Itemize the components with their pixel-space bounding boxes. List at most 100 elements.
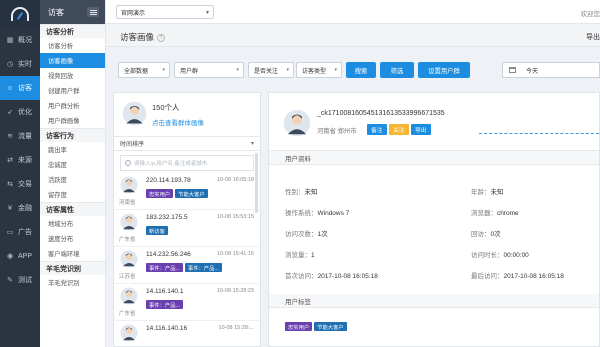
sort-select[interactable]: 时间排序 ▾	[114, 137, 260, 151]
field-label: 回访：	[471, 231, 491, 238]
visitor-time: 10-08 15:28:...	[218, 325, 254, 331]
profile-tag: 节能大客户	[314, 322, 347, 331]
grid-icon: ▦	[6, 37, 14, 44]
visitor-search-input[interactable]: 请输入ip,用户名,备注或者城市	[120, 155, 254, 171]
submenu-item[interactable]: 活跃度	[40, 172, 105, 187]
top-bar: 官网演示 ▾ 欢迎您	[106, 0, 600, 24]
search-placeholder: 请输入ip,用户名,备注或者城市	[134, 161, 208, 167]
note-button[interactable]: 备注	[367, 124, 387, 135]
follow-button[interactable]: 关注	[389, 124, 409, 135]
visitor-avatar-icon	[120, 250, 138, 268]
submenu-item[interactable]: 地域分布	[40, 216, 105, 231]
user-group-select[interactable]: 用户群 ▾	[174, 62, 244, 78]
visitor-tag: 事件：产品...	[146, 263, 183, 272]
nav-item-9[interactable]: ◉ APP	[0, 244, 40, 268]
calendar-icon	[509, 67, 516, 73]
all-data-label: 全部数据	[124, 68, 149, 75]
nav-item-10[interactable]: ✎ 测试	[0, 268, 40, 292]
field-label: 浏览量：	[285, 252, 311, 259]
list-scrollbar[interactable]	[255, 153, 258, 213]
submenu-group-title: 访客属性	[40, 202, 105, 216]
visitor-type-select[interactable]: 访客类型 ▾	[296, 62, 342, 78]
site-select[interactable]: 官网演示 ▾	[116, 5, 214, 19]
source-icon: ⇄	[7, 157, 13, 164]
submenu-item[interactable]: 客户端环境	[40, 246, 105, 261]
field-value: 1	[311, 252, 315, 259]
nav-item-5[interactable]: ⇄ 来源	[0, 148, 40, 172]
field-value: chrome	[497, 210, 519, 217]
visitor-row[interactable]: 河南省 220.114.193.78 10-08 16:05:18 忠实用户 节能大客户	[114, 173, 260, 210]
export-button[interactable]: 导出	[411, 124, 431, 135]
all-data-select[interactable]: 全部数据 ▾	[118, 62, 170, 78]
nav-item-7[interactable]: ¥ 金融	[0, 196, 40, 220]
submenu-item[interactable]: 跳出率	[40, 142, 105, 157]
field-value: 2017-10-08 16:05:18	[503, 273, 564, 280]
date-picker[interactable]: 今天	[502, 62, 600, 78]
nav-item-2[interactable]: ☺ 访客	[0, 76, 40, 100]
group-avatar-icon	[122, 101, 147, 126]
logo	[0, 0, 40, 28]
submenu-group-title: 羊毛党识别	[40, 261, 105, 275]
field-gender: 性别：未知	[285, 186, 318, 196]
visitor-type-label: 访客类型	[302, 68, 327, 75]
submenu-item[interactable]: 用户群画像	[40, 113, 105, 128]
nav-item-3[interactable]: ➶ 优化	[0, 100, 40, 124]
search-button[interactable]: 搜索	[346, 62, 376, 78]
visitor-ip: 14.116.140.1	[146, 288, 184, 295]
submenu-item[interactable]: 留存度	[40, 187, 105, 202]
nav-item-label: 流量	[18, 133, 32, 140]
visitor-row[interactable]: 广东省 14.116.140.1 10-08 15:28:23 事件：产品...	[114, 284, 260, 321]
submenu-item[interactable]: 访客画像	[40, 53, 105, 68]
section-user-tags: 用户标签	[269, 294, 599, 308]
submenu-item[interactable]: 访客分析	[40, 38, 105, 53]
secondary-menu-title: 访客	[48, 7, 64, 17]
visitor-time: 10-08 15:53:15	[216, 214, 254, 220]
submenu-item[interactable]: 用户群分析	[40, 98, 105, 113]
clock-icon: ◷	[6, 61, 14, 68]
nav-item-label: 金融	[18, 205, 32, 212]
field-label: 访问时长：	[471, 252, 504, 259]
export-link[interactable]: 导出	[586, 32, 600, 42]
set-user-group-button[interactable]: 设置用户群	[418, 62, 470, 78]
nav-item-label: 广告	[18, 229, 32, 236]
menu-collapse-icon[interactable]	[87, 7, 99, 17]
field-label: 浏览器：	[471, 210, 497, 217]
submenu-item[interactable]: 视频回放	[40, 68, 105, 83]
nav-item-label: 交易	[18, 181, 32, 188]
visitor-location: 江苏省	[119, 274, 136, 280]
visitor-avatar-icon	[120, 176, 138, 194]
visitor-row[interactable]: 广东省 183.232.175.5 10-08 15:53:15 新访客	[114, 210, 260, 247]
nav-item-8[interactable]: ▭ 广告	[0, 220, 40, 244]
field-value: Windows 7	[317, 210, 350, 217]
group-portrait-link[interactable]: 点击查看群体画像	[152, 117, 204, 127]
visitor-row[interactable]: 江苏省 114.232.56.246 10-08 15:41:15 事件：产品... 事…	[114, 247, 260, 284]
visitor-row[interactable]: 14.116.140.16 10-08 15:28:...	[114, 321, 260, 347]
visitor-location: 河南省 郑州市	[317, 128, 357, 135]
visitor-location: 广东省	[119, 311, 136, 317]
visitor-avatar-icon	[120, 213, 138, 231]
filter-bar: 全部数据 ▾ 用户群 ▾ 是否关注 ▾ 访客类型 ▾ 搜索 筛选 设置用户群 今天	[106, 48, 600, 86]
submenu-group-title: 访客行为	[40, 128, 105, 142]
submenu-item[interactable]: 忠诚度	[40, 157, 105, 172]
flow-icon: ≋	[7, 133, 13, 140]
submenu-item[interactable]: 创建用户群	[40, 83, 105, 98]
nav-item-0[interactable]: ▦ 概况	[0, 28, 40, 52]
nav-item-label: 实时	[18, 61, 32, 68]
visitor-ip: 220.114.193.78	[146, 177, 191, 184]
nav-item-4[interactable]: ≋ 流量	[0, 124, 40, 148]
follow-select[interactable]: 是否关注 ▾	[248, 62, 294, 78]
help-icon[interactable]: ?	[157, 34, 166, 42]
field-os: 操作系统：Windows 7	[285, 207, 349, 217]
field-value: 未知	[490, 189, 504, 196]
filter-button[interactable]: 筛选	[380, 62, 414, 78]
submenu-item[interactable]: 速度分布	[40, 231, 105, 246]
nav-item-6[interactable]: ⇆ 交易	[0, 172, 40, 196]
field-visits: 访问次数：1次	[285, 228, 328, 238]
nav-item-1[interactable]: ◷ 实时	[0, 52, 40, 76]
submenu-item[interactable]: 羊毛党识别	[40, 275, 105, 290]
nav-item-label: 优化	[18, 109, 32, 116]
money-icon: ¥	[8, 204, 12, 212]
secondary-menu: 访客 访客分析 访客分析 访客画像 视频回放 创建用户群 用户群分析 用户群画像 访客行为 跳出…	[40, 0, 106, 347]
field-pageviews: 浏览量：1	[285, 249, 315, 259]
field-duration: 访问时长：00:00:00	[471, 249, 529, 259]
